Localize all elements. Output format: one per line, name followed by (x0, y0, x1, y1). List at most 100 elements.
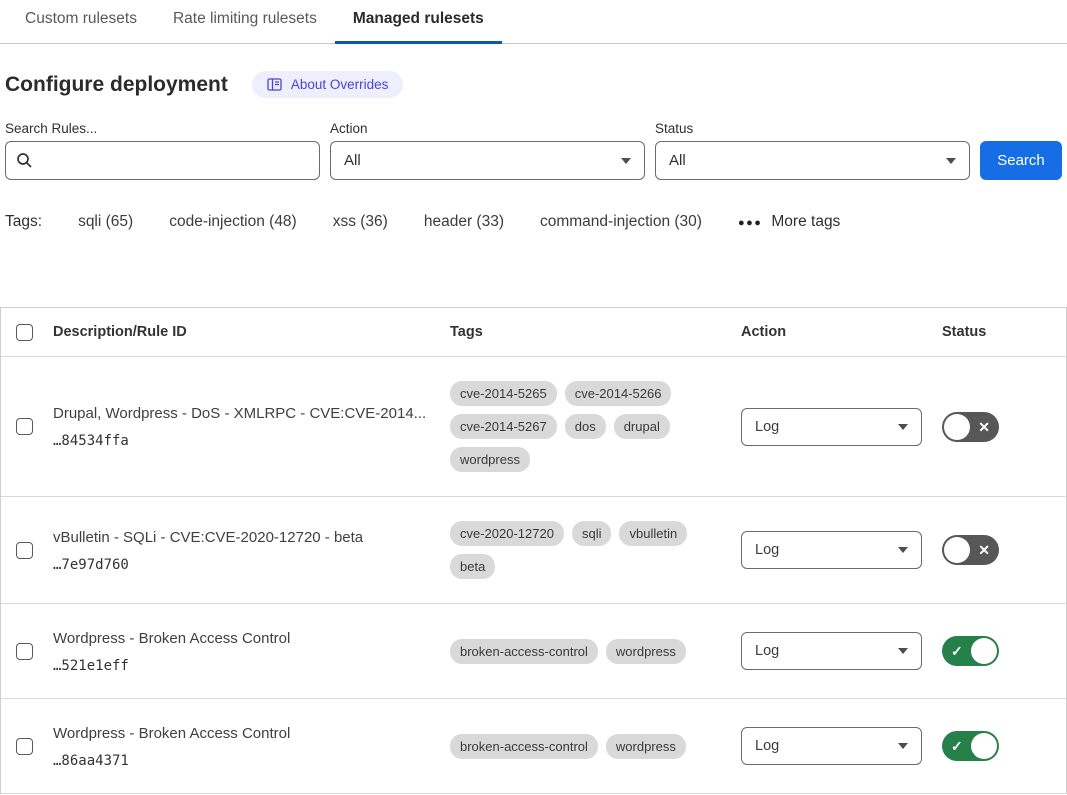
chevron-down-icon (898, 547, 908, 553)
action-filter-group: Action All (330, 121, 645, 180)
tab-managed-rulesets[interactable]: Managed rulesets (335, 0, 502, 44)
more-tags-button[interactable]: ●●● More tags (738, 213, 840, 231)
about-overrides-label: About Overrides (291, 77, 389, 92)
tag-pill-cve-2020-12720: cve-2020-12720 (450, 521, 564, 546)
column-header-tags: Tags (450, 324, 741, 340)
status-toggle-on[interactable]: ✓ (942, 731, 999, 761)
tag-pill-wordpress: wordpress (450, 447, 530, 472)
rule-id: …86aa4371 (53, 753, 450, 769)
search-rules-group: Search Rules... (5, 121, 320, 180)
rule-id: …521e1eff (53, 658, 450, 674)
tag-pill-sqli: sqli (572, 521, 612, 546)
rule-id: …7e97d760 (53, 557, 450, 573)
toggle-knob (944, 414, 970, 440)
column-header-description: Description/Rule ID (53, 324, 450, 340)
tag-pill-cve-2014-5265: cve-2014-5265 (450, 381, 557, 406)
rule-tags: cve-2020-12720 sqli vbulletin beta (450, 521, 700, 579)
status-filter-select[interactable]: All (655, 141, 970, 180)
table-row: Drupal, Wordpress - DoS - XMLRPC - CVE:C… (1, 357, 1066, 497)
tag-pill-wordpress: wordpress (606, 734, 686, 759)
rule-description: Drupal, Wordpress - DoS - XMLRPC - CVE:C… (53, 404, 450, 423)
search-box (5, 141, 320, 180)
toggle-knob (971, 733, 997, 759)
tag-pill-wordpress: wordpress (606, 639, 686, 664)
search-rules-label: Search Rules... (5, 121, 320, 136)
tag-pill-broken-access-control: broken-access-control (450, 734, 598, 759)
tab-rate-limiting-rulesets[interactable]: Rate limiting rulesets (155, 0, 335, 44)
tags-bar-label: Tags: (5, 213, 42, 231)
book-icon (267, 78, 282, 91)
x-icon: ✕ (978, 543, 990, 557)
tag-pill-dos: dos (565, 414, 606, 439)
action-filter-label: Action (330, 121, 645, 136)
tag-pill-beta: beta (450, 554, 495, 579)
about-overrides-button[interactable]: About Overrides (252, 71, 404, 98)
action-filter-value: All (344, 152, 361, 169)
rule-tags: cve-2014-5265 cve-2014-5266 cve-2014-5267 d… (450, 381, 700, 472)
table-row: Wordpress - Broken Access Control …521e1e… (1, 604, 1066, 699)
table-row: vBulletin - SQLi - CVE:CVE-2020-12720 - … (1, 497, 1066, 604)
rule-action-select[interactable]: Log (741, 632, 922, 670)
tag-filter-header[interactable]: header (33) (424, 213, 504, 231)
rule-action-value: Log (755, 738, 779, 754)
row-checkbox[interactable] (16, 643, 33, 660)
tag-pill-cve-2014-5267: cve-2014-5267 (450, 414, 557, 439)
tag-pill-cve-2014-5266: cve-2014-5266 (565, 381, 672, 406)
tag-filter-command-injection[interactable]: command-injection (30) (540, 213, 702, 231)
column-header-status: Status (942, 324, 1066, 340)
page-header: Configure deployment About Overrides (5, 71, 1067, 98)
tag-pill-drupal: drupal (614, 414, 670, 439)
chevron-down-icon (898, 648, 908, 654)
search-button[interactable]: Search (980, 141, 1062, 180)
ellipsis-icon: ●●● (738, 217, 762, 229)
chevron-down-icon (898, 424, 908, 430)
chevron-down-icon (898, 743, 908, 749)
filter-bar: Search Rules... Action All Status (5, 121, 1062, 180)
toggle-knob (944, 537, 970, 563)
status-toggle-off[interactable]: ✕ (942, 412, 999, 442)
check-icon: ✓ (951, 739, 963, 753)
search-rules-input[interactable] (5, 141, 320, 180)
status-toggle-off[interactable]: ✕ (942, 535, 999, 565)
row-checkbox[interactable] (16, 738, 33, 755)
tags-bar: Tags: sqli (65) code-injection (48) xss (3… (5, 213, 1067, 231)
more-tags-label: More tags (771, 213, 840, 231)
rules-table: Description/Rule ID Tags Action Status D… (0, 307, 1067, 794)
rule-action-select[interactable]: Log (741, 408, 922, 446)
status-filter-value: All (669, 152, 686, 169)
rule-tags: broken-access-control wordpress (450, 639, 700, 664)
status-toggle-on[interactable]: ✓ (942, 636, 999, 666)
rule-tags: broken-access-control wordpress (450, 734, 700, 759)
tag-filter-xss[interactable]: xss (36) (333, 213, 388, 231)
page-title: Configure deployment (5, 73, 228, 97)
table-row: Wordpress - Broken Access Control …86aa43… (1, 699, 1066, 794)
rule-id: …84534ffa (53, 433, 450, 449)
rule-description: Wordpress - Broken Access Control (53, 724, 450, 743)
tag-filter-code-injection[interactable]: code-injection (48) (169, 213, 297, 231)
status-filter-group: Status All (655, 121, 970, 180)
rule-action-value: Log (755, 542, 779, 558)
tab-bar: Custom rulesets Rate limiting rulesets M… (0, 0, 1067, 44)
rule-description: vBulletin - SQLi - CVE:CVE-2020-12720 - … (53, 528, 450, 547)
select-all-checkbox[interactable] (16, 324, 33, 341)
check-icon: ✓ (951, 644, 963, 658)
tag-filter-sqli[interactable]: sqli (65) (78, 213, 133, 231)
table-header-row: Description/Rule ID Tags Action Status (1, 308, 1066, 357)
rule-action-value: Log (755, 643, 779, 659)
toggle-knob (971, 638, 997, 664)
tag-pill-broken-access-control: broken-access-control (450, 639, 598, 664)
rule-action-select[interactable]: Log (741, 531, 922, 569)
rule-action-value: Log (755, 419, 779, 435)
row-checkbox[interactable] (16, 418, 33, 435)
chevron-down-icon (946, 158, 956, 164)
status-filter-label: Status (655, 121, 970, 136)
x-icon: ✕ (978, 420, 990, 434)
action-filter-select[interactable]: All (330, 141, 645, 180)
managed-rulesets-page: Custom rulesets Rate limiting rulesets M… (0, 0, 1067, 794)
rule-description: Wordpress - Broken Access Control (53, 629, 450, 648)
rule-action-select[interactable]: Log (741, 727, 922, 765)
column-header-action: Action (741, 324, 942, 340)
tab-custom-rulesets[interactable]: Custom rulesets (7, 0, 155, 44)
row-checkbox[interactable] (16, 542, 33, 559)
tag-pill-vbulletin: vbulletin (619, 521, 687, 546)
